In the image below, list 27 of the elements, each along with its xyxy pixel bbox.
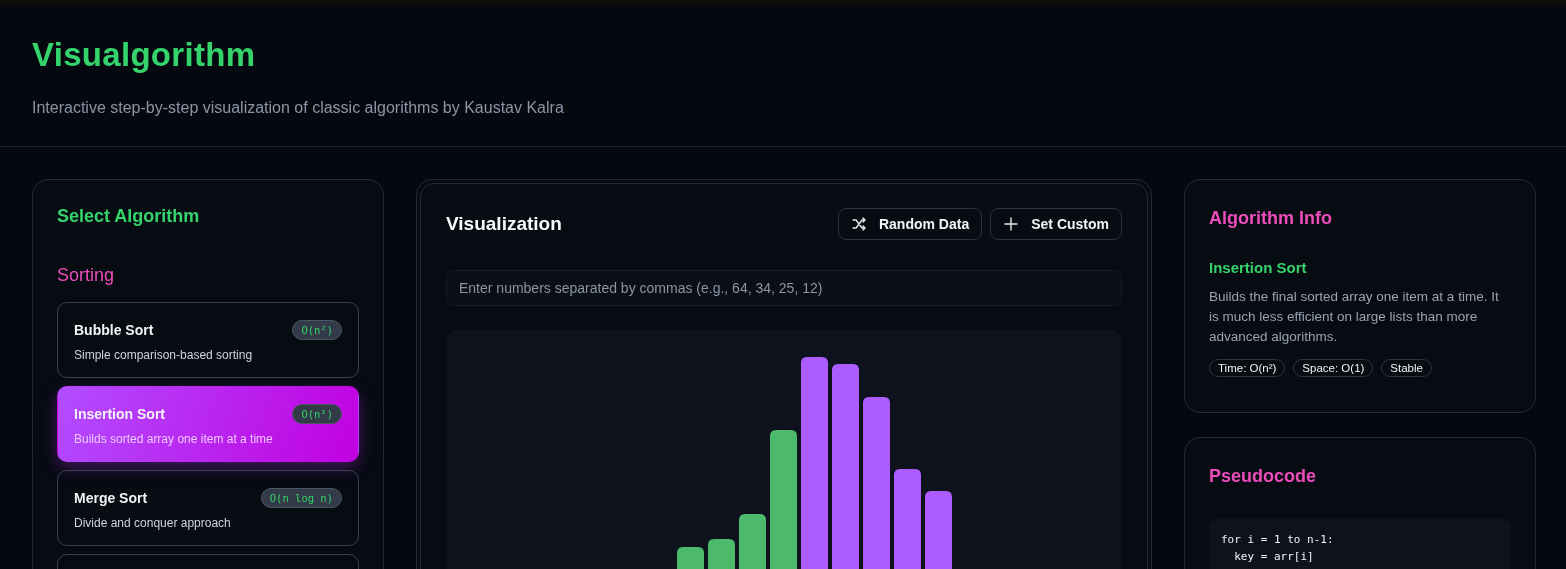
algorithm-item[interactable]: Merge Sort O(n log n) Divide and conquer approach <box>57 470 359 546</box>
algorithm-item[interactable]: Bubble Sort O(n²) Simple comparison-based sorting <box>57 302 359 378</box>
algorithm-name: Bubble Sort <box>74 322 154 338</box>
algorithm-name: Insertion Sort <box>1209 259 1307 276</box>
code-block: for i = 1 to n-1: key = arr[i] <box>1209 519 1511 569</box>
app-title: Visualgorithm <box>32 36 257 74</box>
numbers-input-field[interactable]: Enter numbers separated by commas (e.g., 64, 34, 25, 12) <box>446 270 1122 306</box>
panel-title: Pseudocode <box>1209 466 1317 487</box>
section-title: Sorting <box>57 265 115 286</box>
shuffle-icon <box>850 216 867 232</box>
plus-icon <box>1003 216 1020 232</box>
algorithm-name: Insertion Sort <box>74 406 165 422</box>
complexity-badge: O(n log n) <box>260 488 342 508</box>
algorithm-description: Divide and conquer approach <box>74 516 231 530</box>
algorithm-item[interactable]: Insertion Sort O(n²) Builds sorted array one item at a time <box>57 386 359 462</box>
algorithm-description: Builds sorted array one item at a time <box>74 432 273 446</box>
complexity-badge: O(n²) <box>292 320 342 340</box>
algorithm-description: Simple comparison-based sorting <box>74 348 253 362</box>
panel-title: Select Algorithm <box>57 206 200 227</box>
set-custom-button[interactable]: Set Custom <box>990 208 1122 240</box>
algorithm-name: Merge Sort <box>74 490 148 506</box>
panel-title: Visualization <box>446 213 562 235</box>
panel-title: Algorithm Info <box>1209 208 1332 229</box>
random-data-button[interactable]: Random Data <box>837 208 983 240</box>
complexity-badge: O(n²) <box>292 404 342 424</box>
algorithm-description: Builds the final sorted array one item at a time. It is much less efficient on large lists than more advanced algorithms. <box>1209 288 1500 346</box>
app-subtitle: Interactive step-by-step visualization of classic algorithms by Kaustav Kalra <box>32 99 564 117</box>
